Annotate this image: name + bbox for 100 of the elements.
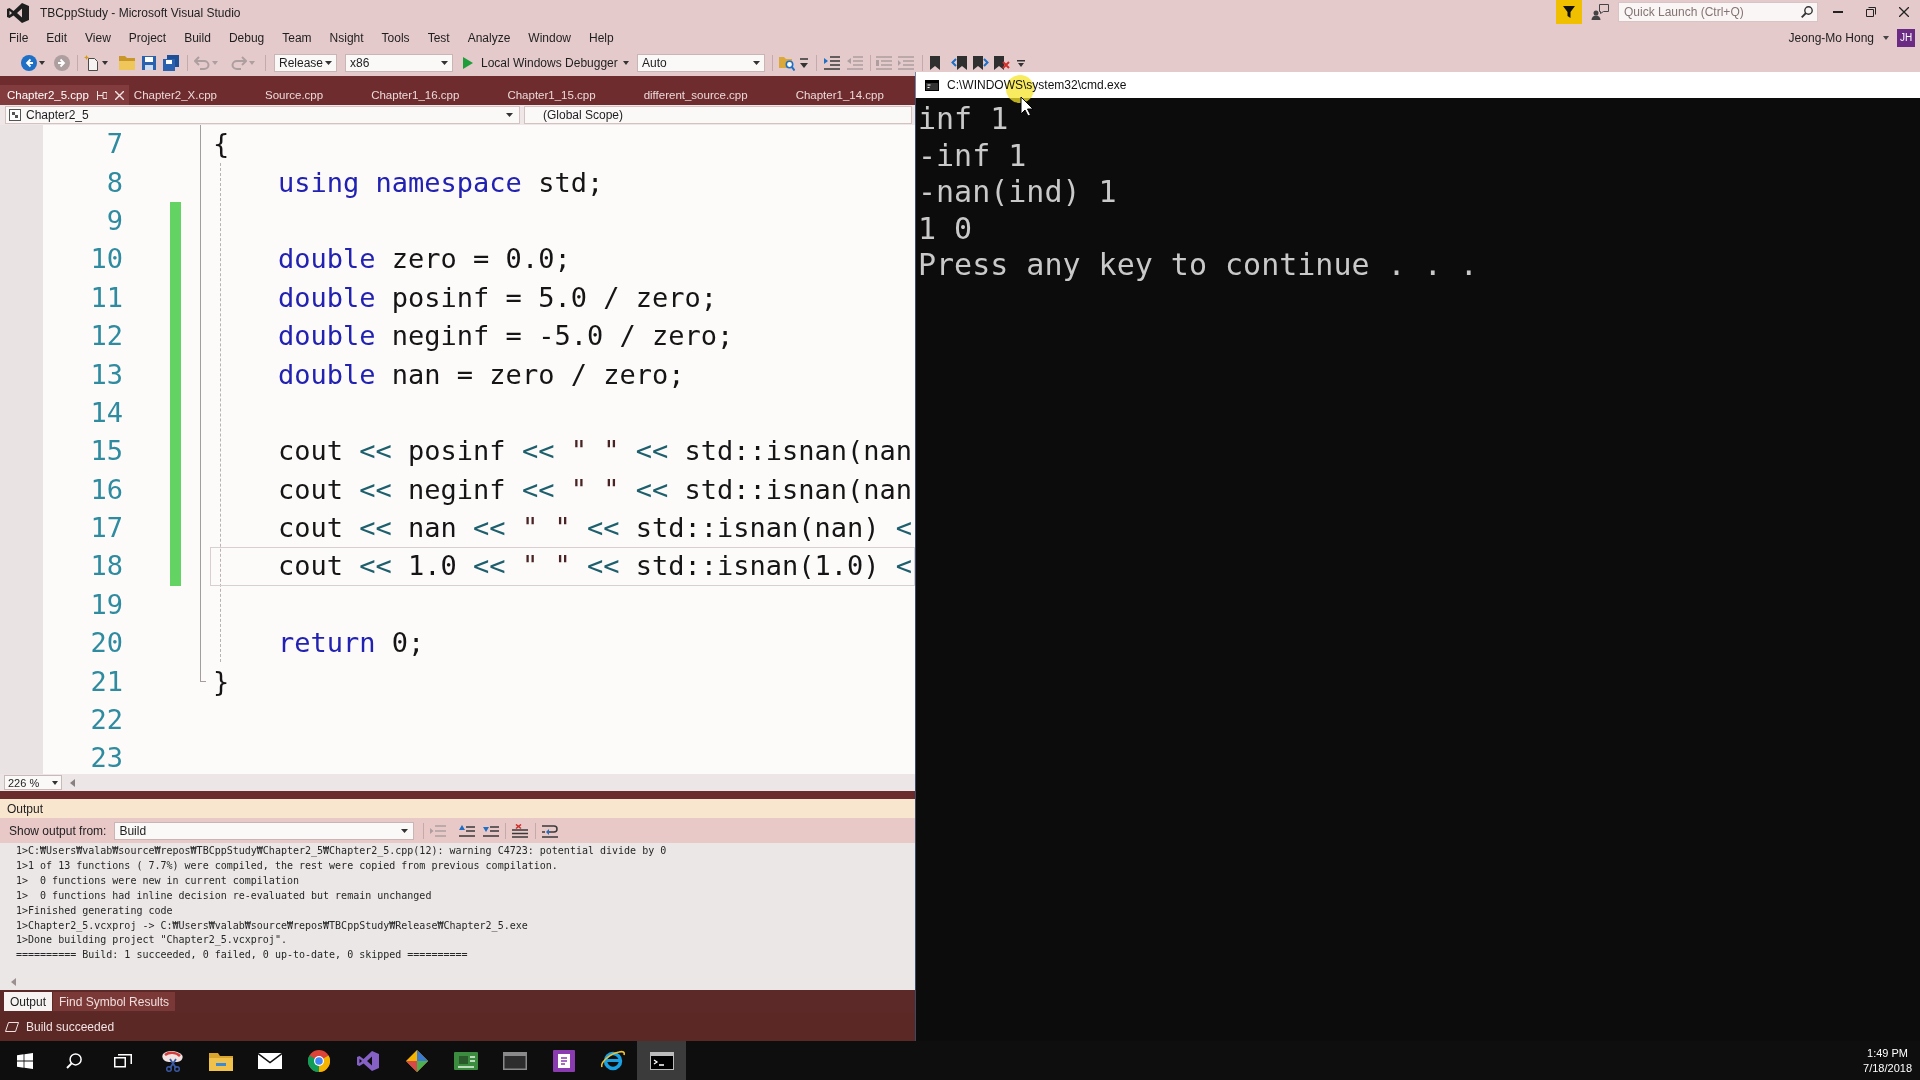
output-source-dropdown[interactable]: Build [114, 821, 415, 840]
caret-icon [325, 61, 332, 65]
menu-item[interactable]: Tools [372, 28, 419, 47]
diamond-icon[interactable] [405, 1049, 428, 1072]
minimize-icon[interactable] [1832, 11, 1843, 13]
bookmark-icon[interactable] [930, 56, 940, 70]
start-debugging-button[interactable]: Local Windows Debugger [461, 53, 619, 73]
wrap-arrow-icon[interactable] [542, 823, 559, 838]
debugger-type-dropdown[interactable]: Auto [637, 54, 765, 72]
menu-item[interactable]: Window [519, 28, 581, 47]
notebook-tile-icon[interactable] [552, 1049, 575, 1072]
line-number: 9 [106, 206, 123, 235]
bookmark-arrow-icon[interactable] [973, 56, 989, 70]
account-name[interactable]: Jeong-Mo Hong [1788, 30, 1874, 45]
circuit-board-icon[interactable] [453, 1051, 478, 1070]
line-number: 19 [90, 590, 123, 619]
floppy-disks-icon[interactable] [163, 55, 179, 71]
task-view-icon[interactable] [113, 1052, 132, 1069]
file-tab[interactable]: Chapter1_14.cpp [790, 85, 890, 105]
ribbon-logo-icon[interactable] [356, 1050, 379, 1071]
menu-item[interactable]: Build [175, 28, 220, 47]
scroll-left-icon[interactable] [11, 978, 16, 986]
taskbar-button[interactable] [637, 1041, 686, 1080]
menu-item[interactable]: Edit [37, 28, 77, 47]
lines-up-arrow-icon[interactable] [459, 823, 476, 838]
globe-ring-icon[interactable] [600, 1049, 625, 1072]
folder-magnifier-icon[interactable] [779, 55, 795, 71]
menu-item[interactable]: File [0, 28, 38, 47]
new-sheet-icon[interactable] [84, 55, 100, 71]
configuration-dropdown[interactable]: Release [274, 54, 337, 72]
scissors-icon[interactable] [160, 1049, 183, 1072]
file-tab[interactable]: Chapter2_X.cpp [128, 85, 260, 105]
terminal-icon[interactable] [649, 1051, 674, 1070]
console-line: Press any key to continue . . . [918, 247, 1479, 284]
folder-icon[interactable] [208, 1050, 233, 1071]
panel-tab[interactable]: Output [4, 992, 53, 1011]
pin-icon[interactable] [96, 90, 107, 100]
caret-icon [753, 61, 760, 65]
person-bubble-icon[interactable] [1591, 4, 1609, 20]
envelope-icon[interactable] [257, 1052, 282, 1069]
zoom-dropdown[interactable]: 226 % [4, 775, 62, 790]
output-line: 1>Chapter2_5.vcxproj -> C:₩Users₩valab₩source₩repos₩TBCppStudy₩Release₩Chapter2_5.exe [16, 918, 529, 934]
panel-title: Output [7, 801, 44, 816]
file-tab[interactable]: Chapter1_15.cpp [502, 85, 639, 105]
caret-icon[interactable] [1883, 35, 1889, 40]
menu-item[interactable]: Nsight [320, 28, 373, 47]
window-title: TBCppStudy - Microsoft Visual Studio [40, 5, 241, 20]
console-line: 1 0 [918, 210, 974, 247]
panel-tab[interactable]: Find Symbol Results [53, 992, 176, 1011]
console-line: inf 1 [918, 101, 1010, 138]
caret-icon[interactable] [102, 61, 108, 65]
platform-dropdown[interactable]: x86 [345, 54, 453, 72]
menu-item[interactable]: View [76, 28, 120, 47]
window-icon[interactable] [502, 1051, 527, 1070]
code-line: using namespace std; [278, 168, 604, 197]
scroll-left-icon[interactable] [70, 778, 75, 787]
bar-caret-icon[interactable] [1017, 59, 1025, 67]
lines-right-arrow-icon[interactable] [824, 56, 840, 70]
scope-dropdown[interactable]: (Global Scope) [524, 106, 912, 124]
line-number: 21 [90, 667, 123, 696]
menu-item[interactable]: Debug [219, 28, 274, 47]
funnel-icon[interactable] [1556, 0, 1582, 24]
line-number: 17 [90, 514, 123, 543]
caret-icon[interactable] [39, 61, 45, 65]
code-line: return 0; [278, 629, 425, 658]
caret-icon [52, 780, 58, 785]
search-icon[interactable] [1801, 6, 1813, 18]
output-line: ========== Build: 1 succeeded, 0 failed, 0 up-to-date, 0 skipped ========== [16, 948, 469, 963]
menu-item[interactable]: Project [119, 28, 176, 47]
close-icon[interactable] [1898, 7, 1909, 17]
bar-caret-icon[interactable] [800, 58, 808, 68]
account-avatar[interactable]: JH [1897, 28, 1915, 47]
left-arrow-circle-icon[interactable] [21, 55, 37, 71]
console-app-icon [925, 79, 939, 91]
caret-icon[interactable] [623, 61, 629, 65]
menu-item[interactable]: Test [418, 28, 459, 47]
file-tab[interactable]: different_source.cpp [638, 85, 791, 105]
parallelogram-icon [5, 1022, 19, 1032]
output-source-label: Show output from: [9, 823, 107, 838]
taskbar-date: 7/18/2018 [1863, 1060, 1912, 1076]
file-tab[interactable]: Chapter1_16.cpp [366, 85, 503, 105]
start-menu-icon[interactable] [16, 1052, 33, 1069]
bookmark-arrow-icon[interactable] [951, 56, 967, 70]
line-number: 18 [90, 552, 123, 581]
taskbar-time: 1:49 PM [1867, 1045, 1908, 1061]
menu-item[interactable]: Analyze [458, 28, 520, 47]
output-line: 1> 0 functions were new in current compilation [16, 873, 300, 888]
code-line: } [213, 667, 230, 696]
segmented-circle-icon[interactable] [307, 1049, 330, 1072]
lines-cross-icon[interactable] [512, 823, 529, 838]
search-icon[interactable] [65, 1052, 82, 1069]
lines-down-arrow-icon[interactable] [483, 823, 500, 838]
menu-item[interactable]: Team [273, 28, 321, 47]
restore-icon[interactable] [1865, 7, 1876, 17]
file-tab[interactable]: Source.cpp [259, 85, 367, 105]
file-tab[interactable]: Chapter2_5.cpp [0, 85, 129, 105]
menu-item[interactable]: Help [580, 28, 623, 47]
bookmark-cross-icon[interactable] [994, 56, 1010, 70]
project-dropdown[interactable]: Chapter2_5 [5, 106, 520, 124]
quick-launch-field[interactable]: Quick Launch (Ctrl+Q) [1618, 2, 1818, 22]
